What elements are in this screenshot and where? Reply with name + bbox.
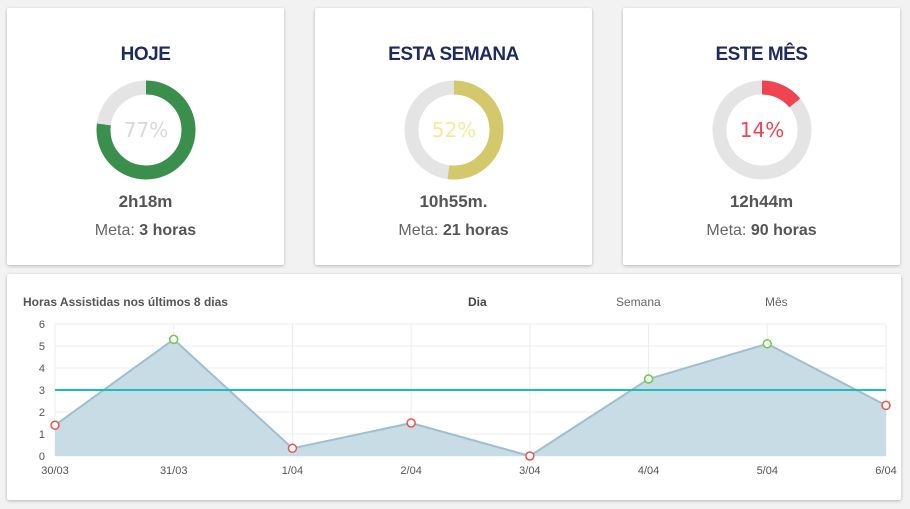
card-value: 12h44m — [729, 192, 794, 211]
goal-label: Meta: — [398, 222, 439, 239]
goal-label: Meta: — [94, 222, 135, 239]
stat-card-hoje: HOJE 77% 2h18m Meta: 3 horas — [7, 8, 284, 265]
y-tick-label: 5 — [39, 341, 45, 353]
goal-value: 21 horas — [442, 222, 509, 239]
goal-value: 3 horas — [139, 222, 197, 239]
progress-ring: 14% — [712, 80, 811, 180]
x-tick-label: 5/04 — [757, 465, 778, 477]
y-tick-label: 1 — [39, 429, 45, 441]
x-tick-label: 3/04 — [519, 465, 540, 477]
x-tick-label: 1/04 — [282, 465, 303, 477]
progress-ring: 77% — [96, 80, 195, 180]
data-point[interactable] — [168, 334, 179, 345]
x-tick-label: 30/03 — [41, 465, 69, 477]
data-point[interactable] — [762, 339, 773, 349]
y-tick-label: 2 — [39, 407, 45, 419]
x-tick-label: 6/04 — [875, 465, 896, 477]
percent-label: 77% — [123, 118, 167, 142]
y-tick-label: 4 — [39, 363, 45, 375]
data-point[interactable] — [643, 374, 654, 384]
data-point[interactable] — [525, 451, 535, 461]
progress-ring: 52% — [404, 80, 503, 180]
y-tick-label: 3 — [39, 385, 45, 397]
card-title: ESTE MÊS — [715, 44, 808, 65]
goal-label: Meta: — [706, 222, 747, 239]
percent-label: 52% — [431, 118, 475, 142]
goal-value: 90 horas — [750, 222, 817, 239]
card-title: ESTA SEMANA — [388, 44, 519, 65]
chart-card: Horas Assistidas nos últimos 8 dias Dia … — [7, 274, 901, 500]
stat-card-mes: ESTE MÊS 14% 12h44m Meta: 90 horas — [623, 8, 900, 265]
data-point[interactable] — [50, 420, 60, 430]
card-goal: Meta: 21 horas — [315, 222, 592, 240]
card-value: 10h55m. — [419, 192, 488, 211]
y-tick-label: 6 — [39, 319, 45, 331]
card-title: HOJE — [120, 44, 171, 65]
stat-card-semana: ESTA SEMANA 52% 10h55m. Meta: 21 horas — [315, 8, 592, 265]
data-point[interactable] — [406, 418, 416, 428]
percent-label: 14% — [739, 118, 783, 142]
data-point[interactable] — [881, 400, 891, 411]
y-tick-label: 0 — [39, 451, 45, 463]
data-point[interactable] — [287, 443, 298, 454]
x-tick-label: 31/03 — [160, 465, 188, 477]
card-goal: Meta: 90 horas — [623, 222, 900, 240]
card-goal: Meta: 3 horas — [7, 222, 284, 240]
card-value: 2h18m — [118, 192, 173, 211]
x-tick-label: 2/04 — [400, 465, 421, 477]
x-tick-label: 4/04 — [638, 465, 659, 477]
